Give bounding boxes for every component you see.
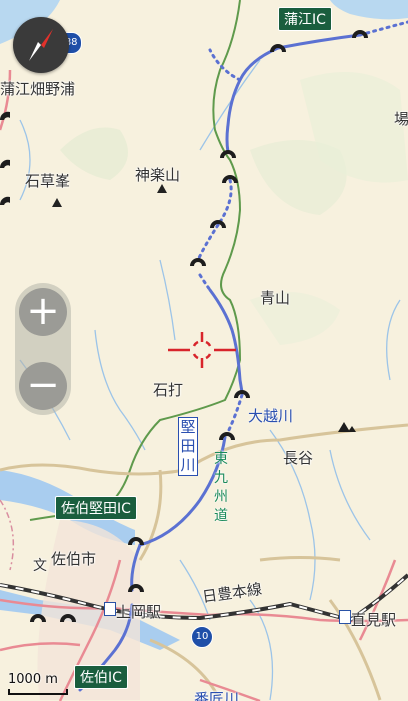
place-label-hase: 長谷 (283, 449, 314, 467)
place-label-kaguraya: 神楽山 (135, 166, 181, 184)
scale-bar (8, 689, 68, 695)
tunnel-icon (270, 44, 286, 52)
river-label-katada: 堅田川 (178, 417, 198, 476)
zoom-control: + − (15, 283, 71, 415)
compass-button[interactable] (13, 17, 69, 73)
road-label-higashi-kyushu: 東九州道 (214, 451, 228, 524)
scale-label: 1000 m (8, 672, 58, 687)
place-label-ishikusamine: 石草峯 (25, 172, 71, 190)
ic-label-saiki-katada[interactable]: 佐伯堅田IC (55, 496, 137, 520)
school-icon: 文 (33, 558, 47, 574)
ic-label-saiki[interactable]: 佐伯IC (74, 665, 128, 689)
station-label-naomi[interactable]: 直見駅 (351, 609, 396, 630)
center-crosshair (168, 332, 236, 368)
place-label-saiki-city: 佐伯市 (51, 550, 97, 568)
river-label-okoshi: 大越川 (248, 407, 294, 425)
zoom-out-button[interactable]: − (19, 362, 67, 410)
peak-icon (52, 198, 62, 207)
zoom-in-button[interactable]: + (19, 288, 67, 336)
station-label-kamioka[interactable]: 上岡駅 (116, 601, 161, 622)
place-label-kamae-hatano: 蒲江畑野浦 (0, 80, 76, 98)
map-view[interactable]: 蒲江IC 佐伯堅田IC 佐伯IC 蒲江畑野浦 石草峯 神楽山 青山 石打 長谷 … (0, 0, 408, 701)
scale-indicator: 1000 m (8, 672, 68, 695)
station-icon (104, 602, 116, 616)
place-label-edge: 場 (394, 110, 408, 128)
ic-label-kamae[interactable]: 蒲江IC (278, 7, 332, 31)
river-label-cut: 番匠川 (194, 690, 240, 701)
compass-needle-icon (29, 29, 53, 61)
place-label-aoyama: 青山 (260, 289, 291, 307)
station-icon (339, 610, 351, 624)
route-shield-10: 10 (191, 626, 213, 648)
place-label-ishiuchi: 石打 (153, 381, 184, 399)
